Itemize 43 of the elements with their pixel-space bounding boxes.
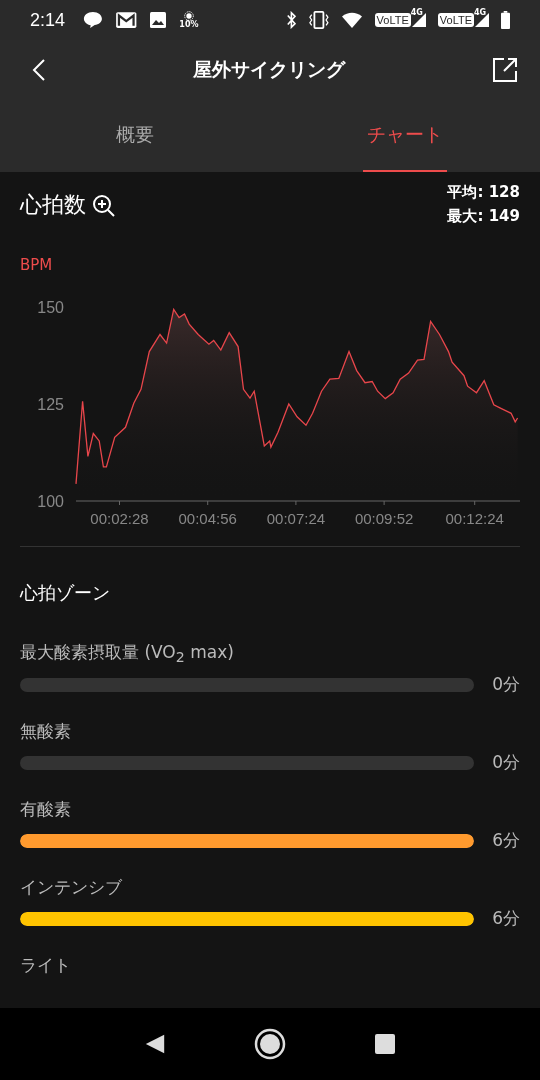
zone-label: 最大酸素摂取量 (VO$_{2}$ max) <box>20 641 235 666</box>
clock: 2:14 <box>30 9 66 31</box>
y-tick-label: 150 <box>37 299 64 316</box>
chat-bubble-icon <box>83 11 103 29</box>
stat-value: 最大: 149 <box>447 206 520 227</box>
network-type: 4G <box>474 8 487 17</box>
tab[interactable]: 概要 <box>93 100 177 172</box>
mail-icon <box>114 11 138 29</box>
recents-nav-icon[interactable] <box>374 1033 396 1055</box>
page-title: 屋外サイクリング <box>193 57 345 82</box>
zone-label: インテンシブ <box>20 876 123 900</box>
x-tick-label: 00:07:24 <box>266 510 326 527</box>
x-tick-label: 00:02:28 <box>90 510 149 527</box>
wifi-icon <box>340 11 363 29</box>
zone-label: 無酸素 <box>20 720 72 744</box>
section-title: 心拍ゾーン <box>19 581 111 605</box>
battery-icon <box>501 11 510 29</box>
back-nav-icon[interactable] <box>144 1033 166 1055</box>
zone-duration: 0分 <box>491 673 520 697</box>
signal-icon <box>411 13 426 27</box>
signal-icon <box>475 13 489 27</box>
y-tick-label: 100 <box>37 493 64 510</box>
sun-icon <box>183 11 194 21</box>
zoom-in-icon[interactable] <box>92 194 116 218</box>
zone-duration: 6分 <box>491 907 520 931</box>
section-title: 心拍数 <box>20 191 86 219</box>
vibrate-icon <box>308 11 329 29</box>
x-tick-label: 00:04:56 <box>178 510 237 527</box>
bluetooth-icon <box>285 11 297 29</box>
x-tick-label: 00:09:52 <box>354 510 414 527</box>
zone-duration: 6分 <box>491 829 520 853</box>
stat-value: 平均: 128 <box>447 182 520 203</box>
x-tick-label: 00:12:24 <box>445 510 504 527</box>
home-nav-icon[interactable] <box>254 1028 286 1060</box>
axis-unit: BPM <box>19 255 54 274</box>
brightness-level: 10% <box>179 21 199 29</box>
image-icon <box>149 11 168 29</box>
y-tick-label: 125 <box>37 396 64 413</box>
zone-label: 有酸素 <box>20 798 72 822</box>
tab[interactable]: チャート <box>363 100 447 172</box>
zone-label: ライト <box>20 954 72 978</box>
zone-duration: 0分 <box>491 751 520 775</box>
network-type: 4G <box>410 8 423 17</box>
